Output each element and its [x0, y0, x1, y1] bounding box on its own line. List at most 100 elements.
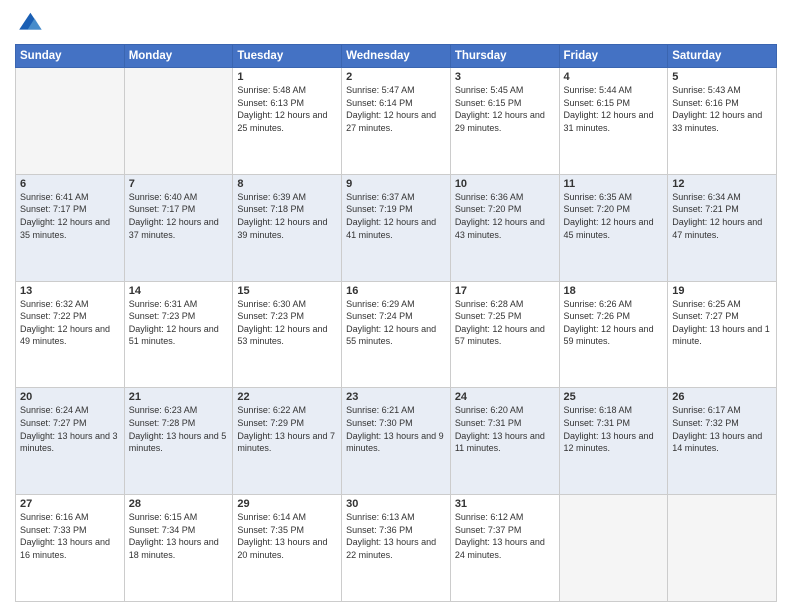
calendar-week-row: 13Sunrise: 6:32 AM Sunset: 7:22 PM Dayli… — [16, 281, 777, 388]
calendar-day-cell: 24Sunrise: 6:20 AM Sunset: 7:31 PM Dayli… — [450, 388, 559, 495]
day-info: Sunrise: 6:15 AM Sunset: 7:34 PM Dayligh… — [129, 511, 229, 561]
day-number: 12 — [672, 178, 772, 190]
day-info: Sunrise: 6:35 AM Sunset: 7:20 PM Dayligh… — [564, 191, 664, 241]
day-info: Sunrise: 6:30 AM Sunset: 7:23 PM Dayligh… — [237, 298, 337, 348]
day-info: Sunrise: 6:32 AM Sunset: 7:22 PM Dayligh… — [20, 298, 120, 348]
calendar-day-cell: 6Sunrise: 6:41 AM Sunset: 7:17 PM Daylig… — [16, 174, 125, 281]
calendar-day-cell: 29Sunrise: 6:14 AM Sunset: 7:35 PM Dayli… — [233, 495, 342, 602]
day-info: Sunrise: 6:34 AM Sunset: 7:21 PM Dayligh… — [672, 191, 772, 241]
day-of-week-header: Monday — [124, 45, 233, 68]
day-number: 9 — [346, 178, 446, 190]
calendar-table: SundayMondayTuesdayWednesdayThursdayFrid… — [15, 44, 777, 602]
day-number: 10 — [455, 178, 555, 190]
calendar-day-cell: 12Sunrise: 6:34 AM Sunset: 7:21 PM Dayli… — [668, 174, 777, 281]
calendar-day-cell: 3Sunrise: 5:45 AM Sunset: 6:15 PM Daylig… — [450, 68, 559, 175]
calendar-day-cell: 27Sunrise: 6:16 AM Sunset: 7:33 PM Dayli… — [16, 495, 125, 602]
day-info: Sunrise: 5:43 AM Sunset: 6:16 PM Dayligh… — [672, 84, 772, 134]
calendar-day-cell: 26Sunrise: 6:17 AM Sunset: 7:32 PM Dayli… — [668, 388, 777, 495]
calendar-day-cell: 5Sunrise: 5:43 AM Sunset: 6:16 PM Daylig… — [668, 68, 777, 175]
day-info: Sunrise: 5:44 AM Sunset: 6:15 PM Dayligh… — [564, 84, 664, 134]
day-info: Sunrise: 6:22 AM Sunset: 7:29 PM Dayligh… — [237, 404, 337, 454]
day-number: 23 — [346, 391, 446, 403]
day-of-week-header: Sunday — [16, 45, 125, 68]
day-number: 4 — [564, 71, 664, 83]
day-info: Sunrise: 6:31 AM Sunset: 7:23 PM Dayligh… — [129, 298, 229, 348]
calendar-day-cell: 28Sunrise: 6:15 AM Sunset: 7:34 PM Dayli… — [124, 495, 233, 602]
logo — [15, 10, 47, 38]
day-number: 30 — [346, 498, 446, 510]
calendar-day-cell: 15Sunrise: 6:30 AM Sunset: 7:23 PM Dayli… — [233, 281, 342, 388]
calendar-day-cell: 25Sunrise: 6:18 AM Sunset: 7:31 PM Dayli… — [559, 388, 668, 495]
day-of-week-header: Friday — [559, 45, 668, 68]
day-info: Sunrise: 6:23 AM Sunset: 7:28 PM Dayligh… — [129, 404, 229, 454]
day-number: 5 — [672, 71, 772, 83]
day-number: 31 — [455, 498, 555, 510]
calendar-week-row: 27Sunrise: 6:16 AM Sunset: 7:33 PM Dayli… — [16, 495, 777, 602]
day-of-week-header: Saturday — [668, 45, 777, 68]
calendar-day-cell: 22Sunrise: 6:22 AM Sunset: 7:29 PM Dayli… — [233, 388, 342, 495]
calendar-week-row: 20Sunrise: 6:24 AM Sunset: 7:27 PM Dayli… — [16, 388, 777, 495]
day-number: 26 — [672, 391, 772, 403]
day-number: 6 — [20, 178, 120, 190]
day-number: 19 — [672, 285, 772, 297]
day-number: 7 — [129, 178, 229, 190]
calendar-day-cell: 23Sunrise: 6:21 AM Sunset: 7:30 PM Dayli… — [342, 388, 451, 495]
day-info: Sunrise: 6:13 AM Sunset: 7:36 PM Dayligh… — [346, 511, 446, 561]
day-info: Sunrise: 6:41 AM Sunset: 7:17 PM Dayligh… — [20, 191, 120, 241]
header — [15, 10, 777, 38]
day-info: Sunrise: 6:37 AM Sunset: 7:19 PM Dayligh… — [346, 191, 446, 241]
calendar-day-cell: 19Sunrise: 6:25 AM Sunset: 7:27 PM Dayli… — [668, 281, 777, 388]
day-info: Sunrise: 6:24 AM Sunset: 7:27 PM Dayligh… — [20, 404, 120, 454]
day-number: 2 — [346, 71, 446, 83]
calendar-day-cell: 14Sunrise: 6:31 AM Sunset: 7:23 PM Dayli… — [124, 281, 233, 388]
day-number: 25 — [564, 391, 664, 403]
day-number: 1 — [237, 71, 337, 83]
calendar-day-cell — [124, 68, 233, 175]
day-info: Sunrise: 6:29 AM Sunset: 7:24 PM Dayligh… — [346, 298, 446, 348]
day-number: 18 — [564, 285, 664, 297]
day-of-week-header: Wednesday — [342, 45, 451, 68]
day-number: 20 — [20, 391, 120, 403]
calendar-day-cell: 17Sunrise: 6:28 AM Sunset: 7:25 PM Dayli… — [450, 281, 559, 388]
calendar-week-row: 6Sunrise: 6:41 AM Sunset: 7:17 PM Daylig… — [16, 174, 777, 281]
day-number: 16 — [346, 285, 446, 297]
day-number: 15 — [237, 285, 337, 297]
day-number: 24 — [455, 391, 555, 403]
day-info: Sunrise: 5:47 AM Sunset: 6:14 PM Dayligh… — [346, 84, 446, 134]
day-number: 17 — [455, 285, 555, 297]
day-number: 27 — [20, 498, 120, 510]
calendar-day-cell: 7Sunrise: 6:40 AM Sunset: 7:17 PM Daylig… — [124, 174, 233, 281]
day-number: 22 — [237, 391, 337, 403]
day-number: 8 — [237, 178, 337, 190]
calendar-day-cell: 18Sunrise: 6:26 AM Sunset: 7:26 PM Dayli… — [559, 281, 668, 388]
calendar-day-cell: 13Sunrise: 6:32 AM Sunset: 7:22 PM Dayli… — [16, 281, 125, 388]
calendar-day-cell — [16, 68, 125, 175]
day-info: Sunrise: 6:36 AM Sunset: 7:20 PM Dayligh… — [455, 191, 555, 241]
day-info: Sunrise: 6:39 AM Sunset: 7:18 PM Dayligh… — [237, 191, 337, 241]
logo-icon — [15, 10, 43, 38]
calendar-day-cell: 8Sunrise: 6:39 AM Sunset: 7:18 PM Daylig… — [233, 174, 342, 281]
day-of-week-header: Tuesday — [233, 45, 342, 68]
calendar-day-cell: 2Sunrise: 5:47 AM Sunset: 6:14 PM Daylig… — [342, 68, 451, 175]
calendar-day-cell: 20Sunrise: 6:24 AM Sunset: 7:27 PM Dayli… — [16, 388, 125, 495]
calendar-week-row: 1Sunrise: 5:48 AM Sunset: 6:13 PM Daylig… — [16, 68, 777, 175]
day-info: Sunrise: 5:48 AM Sunset: 6:13 PM Dayligh… — [237, 84, 337, 134]
day-info: Sunrise: 6:28 AM Sunset: 7:25 PM Dayligh… — [455, 298, 555, 348]
calendar-day-cell: 9Sunrise: 6:37 AM Sunset: 7:19 PM Daylig… — [342, 174, 451, 281]
day-number: 28 — [129, 498, 229, 510]
calendar-day-cell — [559, 495, 668, 602]
day-number: 11 — [564, 178, 664, 190]
calendar-day-cell: 10Sunrise: 6:36 AM Sunset: 7:20 PM Dayli… — [450, 174, 559, 281]
page: SundayMondayTuesdayWednesdayThursdayFrid… — [0, 0, 792, 612]
day-info: Sunrise: 6:40 AM Sunset: 7:17 PM Dayligh… — [129, 191, 229, 241]
day-info: Sunrise: 6:25 AM Sunset: 7:27 PM Dayligh… — [672, 298, 772, 348]
day-info: Sunrise: 6:16 AM Sunset: 7:33 PM Dayligh… — [20, 511, 120, 561]
day-number: 3 — [455, 71, 555, 83]
day-info: Sunrise: 6:26 AM Sunset: 7:26 PM Dayligh… — [564, 298, 664, 348]
day-number: 29 — [237, 498, 337, 510]
day-info: Sunrise: 6:20 AM Sunset: 7:31 PM Dayligh… — [455, 404, 555, 454]
calendar-day-cell: 1Sunrise: 5:48 AM Sunset: 6:13 PM Daylig… — [233, 68, 342, 175]
day-info: Sunrise: 6:17 AM Sunset: 7:32 PM Dayligh… — [672, 404, 772, 454]
day-info: Sunrise: 6:21 AM Sunset: 7:30 PM Dayligh… — [346, 404, 446, 454]
calendar-day-cell: 21Sunrise: 6:23 AM Sunset: 7:28 PM Dayli… — [124, 388, 233, 495]
